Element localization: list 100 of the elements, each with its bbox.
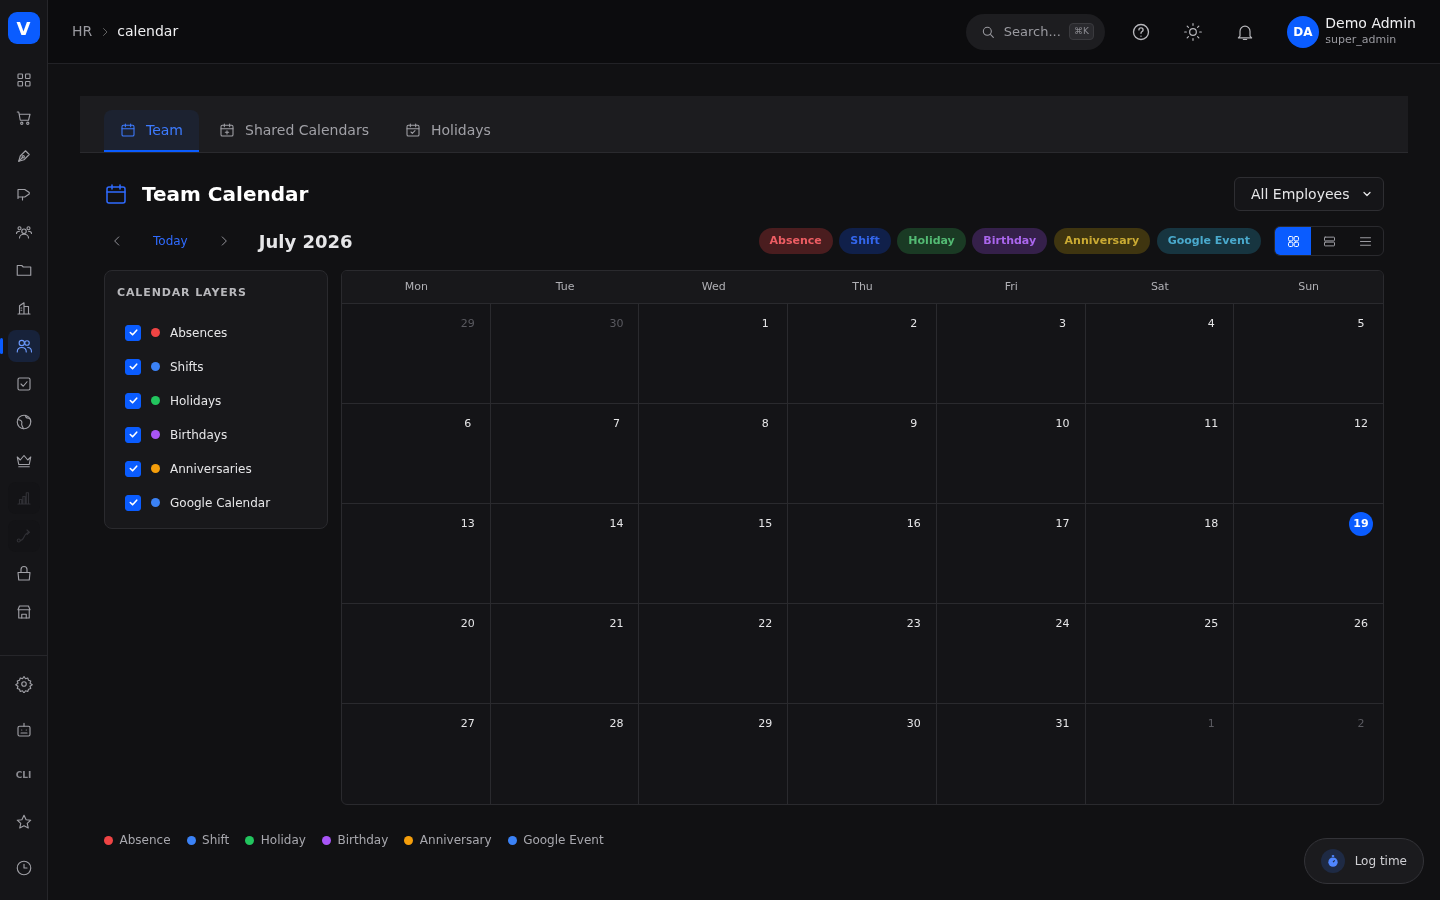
day-cell[interactable]: 19	[1234, 504, 1383, 604]
search-placeholder: Search...	[1003, 22, 1061, 41]
tab[interactable]: Holidays	[389, 110, 507, 152]
employee-select[interactable]: All Employees	[1234, 177, 1384, 211]
tab[interactable]: Team	[104, 110, 199, 152]
layer-checkbox[interactable]	[125, 324, 141, 341]
day-number: 10	[1054, 415, 1071, 432]
page-title: Team Calendar	[142, 182, 309, 206]
grid-icon	[14, 71, 33, 89]
layer-checkbox[interactable]	[125, 460, 141, 477]
layer-checkbox[interactable]	[125, 392, 141, 409]
day-cell[interactable]: 2	[788, 304, 937, 404]
day-cell[interactable]: 27	[342, 704, 491, 804]
grid-icon	[1285, 233, 1301, 249]
day-number: 25	[1203, 615, 1220, 632]
day-number: 2	[1356, 715, 1366, 732]
calendar-icon	[104, 182, 128, 206]
weekday-header: Fri	[936, 271, 1086, 304]
event-type-tag[interactable]: Holiday	[897, 228, 966, 254]
robot-icon	[14, 721, 33, 739]
help-button[interactable]	[1130, 21, 1151, 42]
breadcrumb-link[interactable]: HR	[72, 21, 93, 42]
settings-icon	[14, 675, 33, 693]
day-cell[interactable]: 7	[490, 404, 640, 504]
day-number: 19	[1349, 512, 1373, 536]
check-icon	[127, 395, 139, 406]
check-icon	[127, 361, 139, 372]
layer-checkbox[interactable]	[125, 494, 141, 511]
day-number: 11	[1203, 415, 1220, 432]
day-number: 15	[757, 515, 774, 532]
weekday-header: Sun	[1234, 271, 1383, 304]
user-avatar[interactable]: DA	[1286, 15, 1319, 48]
route-icon	[14, 527, 33, 545]
layer-label: Absences	[170, 324, 228, 342]
day-cell[interactable]: 26	[1234, 604, 1383, 704]
section-heading: CALENDAR LAYERS	[117, 285, 248, 301]
day-number: 6	[463, 415, 473, 432]
day-number: 17	[1054, 515, 1071, 532]
sidebar-item[interactable]: CLI	[7, 760, 40, 792]
event-type-tag[interactable]: Birthday	[972, 228, 1048, 254]
day-cell[interactable]: 31	[936, 704, 1086, 804]
shortcut-hint: ⌘K	[1068, 22, 1094, 41]
day-cell[interactable]: 25	[1085, 604, 1235, 704]
day-cell[interactable]: 6	[342, 404, 491, 504]
breadcrumb-link[interactable]: calendar	[117, 21, 179, 42]
day-number: 7	[611, 415, 621, 432]
day-cell[interactable]: 20	[342, 604, 491, 704]
day-number: 30	[608, 315, 625, 332]
day-number: 21	[608, 615, 625, 632]
day-cell[interactable]: 12	[1234, 404, 1383, 504]
layer-checkbox[interactable]	[125, 426, 141, 443]
day-cell[interactable]: 16	[788, 504, 937, 604]
day-cell[interactable]: 24	[936, 604, 1086, 704]
app-logo[interactable]: V	[7, 12, 40, 44]
weekday-header: Tue	[490, 271, 640, 304]
day-cell[interactable]: 10	[936, 404, 1086, 504]
weekday-header: Mon	[342, 271, 491, 304]
tab[interactable]: Shared Calendars	[203, 110, 385, 152]
day-cell[interactable]: 1	[639, 304, 789, 404]
day-cell[interactable]: 11	[1085, 404, 1235, 504]
search-field[interactable]: Search... ⌘K	[965, 13, 1105, 50]
day-cell[interactable]: 5	[1234, 304, 1383, 404]
day-cell[interactable]: 13	[342, 504, 491, 604]
event-type-tag[interactable]: Google Event	[1156, 228, 1261, 254]
day-cell[interactable]: 17	[936, 504, 1086, 604]
legend-label: Anniversary	[419, 832, 492, 849]
day-cell[interactable]: 23	[788, 604, 937, 704]
day-cell[interactable]: 8	[639, 404, 789, 504]
day-cell[interactable]: 18	[1085, 504, 1235, 604]
log-time-button[interactable]: Log time	[1303, 838, 1424, 884]
layer-label: Google Calendar	[170, 494, 271, 512]
day-cell[interactable]: 3	[936, 304, 1086, 404]
day-cell[interactable]: 14	[490, 504, 640, 604]
day-cell[interactable]: 15	[639, 504, 789, 604]
event-type-tag[interactable]: Absence	[758, 228, 833, 254]
day-cell[interactable]: 4	[1085, 304, 1235, 404]
day-cell[interactable]: 9	[788, 404, 937, 504]
day-number: 2	[909, 315, 919, 332]
day-number: 30	[905, 715, 922, 732]
day-number: 4	[1206, 315, 1216, 332]
day-number: 24	[1054, 615, 1071, 632]
calendar-icon	[120, 122, 136, 138]
legend-label: Google Event	[523, 832, 604, 849]
day-cell[interactable]: 21	[490, 604, 640, 704]
day-cell[interactable]: 30	[788, 704, 937, 804]
check-icon	[127, 463, 139, 474]
today-button[interactable]: Today	[152, 231, 189, 251]
day-cell[interactable]: 29	[639, 704, 789, 804]
star-icon	[14, 813, 33, 831]
weekday-header: Sat	[1085, 271, 1235, 304]
day-cell[interactable]: 22	[639, 604, 789, 704]
layer-checkbox[interactable]	[125, 358, 141, 375]
day-cell[interactable]: 28	[490, 704, 640, 804]
checkbox-icon	[14, 375, 33, 393]
check-icon	[127, 497, 139, 508]
weekday-header: Wed	[639, 271, 789, 304]
event-type-tag[interactable]: Anniversary	[1053, 228, 1151, 254]
view-button[interactable]	[1275, 227, 1311, 255]
theme-button[interactable]	[1182, 21, 1203, 42]
legend-label: Birthday	[337, 832, 389, 849]
